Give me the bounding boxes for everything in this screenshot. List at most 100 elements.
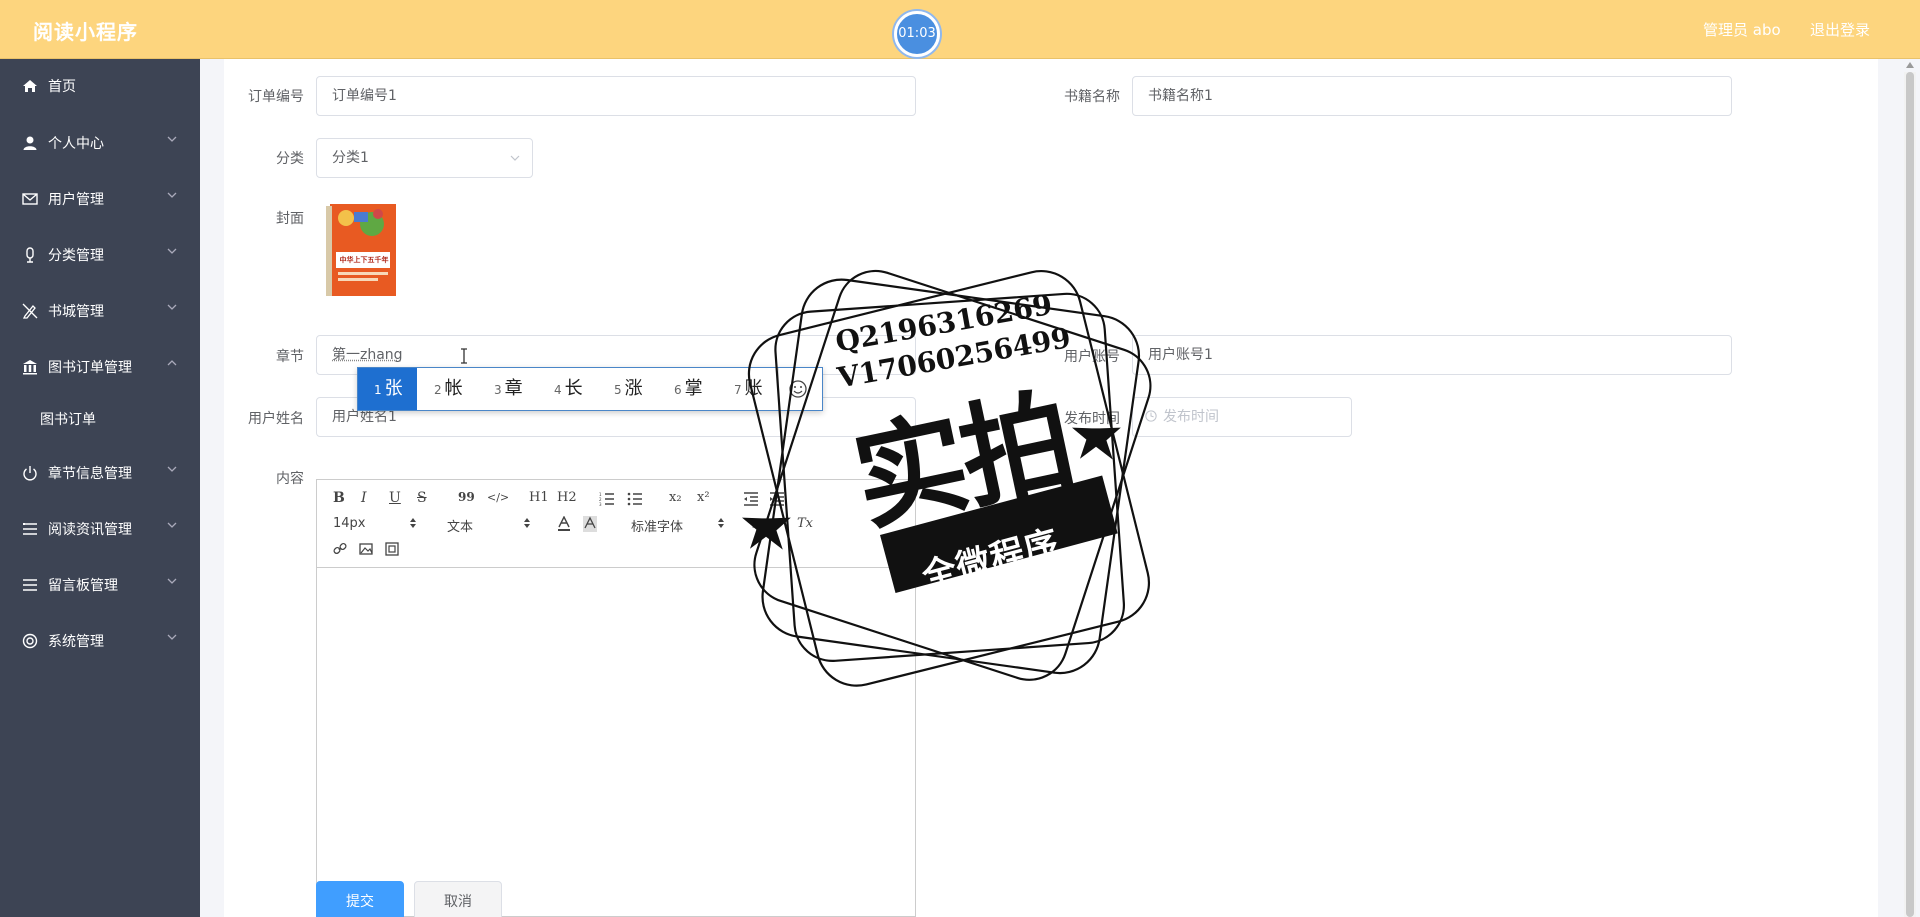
sidebar-item-chapter-management[interactable]: 章节信息管理 <box>0 449 200 497</box>
video-icon[interactable] <box>385 542 399 556</box>
scrollbar[interactable] <box>1904 72 1916 917</box>
sidebar-item-category-management[interactable]: 分类管理 <box>0 231 200 279</box>
header-2-button[interactable]: H2 <box>557 490 577 505</box>
chevron-down-icon <box>510 153 520 163</box>
book-name-input[interactable]: 书籍名称1 <box>1132 76 1732 116</box>
link-icon[interactable] <box>333 542 347 556</box>
mail-icon <box>22 191 38 207</box>
sidebar-item-label: 分类管理 <box>48 245 104 265</box>
font-family-select[interactable]: 标准字体 <box>631 516 683 535</box>
subscript-button[interactable]: x₂ <box>669 490 682 505</box>
ime-candidate-char: 掌 <box>685 378 703 399</box>
app-title: 阅读小程序 <box>33 16 138 45</box>
cover-label: 封面 <box>224 208 304 228</box>
chevron-down-icon <box>166 631 178 643</box>
sidebar-item-news-management[interactable]: 阅读资讯管理 <box>0 505 200 553</box>
sidebar: 首页 个人中心 用户管理 分类管理 书城管理 图书订单管理 图书订单 章节信息管… <box>0 59 200 917</box>
sidebar-item-label: 阅读资讯管理 <box>48 519 132 539</box>
background-color-icon[interactable] <box>583 516 597 532</box>
strike-button[interactable]: S <box>417 490 427 506</box>
bold-button[interactable]: B <box>333 490 345 506</box>
font-color-icon[interactable] <box>557 516 571 532</box>
ime-candidate-number: 5 <box>614 383 622 397</box>
ime-candidate[interactable]: 4长 <box>554 368 583 410</box>
category-label: 分类 <box>224 148 304 168</box>
ime-candidate-char: 张 <box>385 378 403 399</box>
chevron-down-icon <box>166 463 178 475</box>
order-no-label: 订单编号 <box>224 86 304 106</box>
superscript-button[interactable]: x² <box>697 490 710 505</box>
bank-icon <box>22 359 38 375</box>
sidebar-item-system-management[interactable]: 系统管理 <box>0 617 200 665</box>
select-arrows-icon <box>717 517 725 529</box>
ime-candidate[interactable]: 3章 <box>494 368 523 410</box>
image-icon[interactable] <box>359 542 373 556</box>
username-label: 用户姓名 <box>224 408 304 428</box>
order-no-input[interactable]: 订单编号1 <box>316 76 916 116</box>
chapter-input-value: 第一zhang <box>332 347 403 363</box>
logout-link[interactable]: 退出登录 <box>1810 19 1870 40</box>
svg-text:3: 3 <box>599 502 602 506</box>
sidebar-subitem-book-order[interactable]: 图书订单 <box>0 396 200 442</box>
underline-button[interactable]: U <box>389 490 401 506</box>
ime-candidate-char: 章 <box>505 378 523 399</box>
sidebar-item-bookstore-management[interactable]: 书城管理 <box>0 287 200 335</box>
sidebar-item-label: 个人中心 <box>48 133 104 153</box>
submit-button[interactable]: 提交 <box>316 881 404 917</box>
chevron-up-icon <box>166 357 178 369</box>
countdown-timer: 01:03 <box>894 11 940 57</box>
category-select[interactable]: 分类1 <box>316 138 533 178</box>
sidebar-item-label: 图书订单管理 <box>48 357 132 377</box>
content-label: 内容 <box>224 468 304 488</box>
sidebar-item-personal-center[interactable]: 个人中心 <box>0 119 200 167</box>
ime-candidate-char: 帐 <box>445 378 463 399</box>
ordered-list-icon[interactable]: 123 <box>599 492 615 506</box>
sidebar-item-label: 系统管理 <box>48 631 104 651</box>
chevron-down-icon <box>166 189 178 201</box>
account-input[interactable]: 用户账号1 <box>1132 335 1732 375</box>
select-arrows-icon <box>523 517 531 529</box>
sidebar-item-home[interactable]: 首页 <box>0 62 200 110</box>
blockquote-button[interactable]: 99 <box>458 490 475 504</box>
power-icon <box>22 465 38 481</box>
sidebar-item-label: 首页 <box>48 76 76 96</box>
ime-candidate[interactable]: 2帐 <box>434 368 463 410</box>
text-cursor-icon <box>458 348 470 364</box>
ime-candidate-number: 2 <box>434 383 442 397</box>
sidebar-item-label: 留言板管理 <box>48 575 118 595</box>
code-block-button[interactable]: </> <box>487 491 509 504</box>
chevron-down-icon <box>166 519 178 531</box>
bullet-list-icon[interactable] <box>627 492 643 506</box>
font-size-select[interactable]: 14px <box>333 516 366 531</box>
scroll-up-arrow[interactable] <box>1906 62 1914 68</box>
sidebar-item-message-board[interactable]: 留言板管理 <box>0 561 200 609</box>
microphone-icon <box>22 247 38 263</box>
pencil-off-icon <box>22 303 38 319</box>
category-select-value: 分类1 <box>332 150 369 166</box>
scrollbar-thumb[interactable] <box>1906 72 1914 917</box>
sidebar-item-user-management[interactable]: 用户管理 <box>0 175 200 223</box>
cover-image[interactable]: 中华上下五千年 <box>316 202 404 298</box>
ime-candidate[interactable]: 1张 <box>358 368 417 410</box>
settings-icon <box>22 633 38 649</box>
italic-button[interactable]: I <box>361 490 367 506</box>
chevron-down-icon <box>166 245 178 257</box>
ime-candidate-char: 涨 <box>625 378 643 399</box>
header-1-button[interactable]: H1 <box>529 490 549 505</box>
sidebar-item-label: 章节信息管理 <box>48 463 132 483</box>
top-header: 阅读小程序 01:03 管理员 abo 退出登录 <box>0 0 1920 59</box>
ime-candidate[interactable]: 5涨 <box>614 368 643 410</box>
cancel-button[interactable]: 取消 <box>414 881 502 917</box>
ime-candidate-number: 6 <box>674 383 682 397</box>
home-icon <box>22 78 38 94</box>
header-select[interactable]: 文本 <box>447 516 473 535</box>
list-icon <box>22 521 38 537</box>
sidebar-item-book-order-management[interactable]: 图书订单管理 <box>0 343 200 391</box>
ime-candidate[interactable]: 6掌 <box>674 368 703 410</box>
admin-name: 管理员 abo <box>1703 19 1781 40</box>
user-icon <box>22 135 38 151</box>
sidebar-item-label: 用户管理 <box>48 189 104 209</box>
sidebar-item-label: 书城管理 <box>48 301 104 321</box>
cover-book-title: 中华上下五千年 <box>338 254 390 266</box>
ime-candidate-number: 1 <box>374 383 382 397</box>
